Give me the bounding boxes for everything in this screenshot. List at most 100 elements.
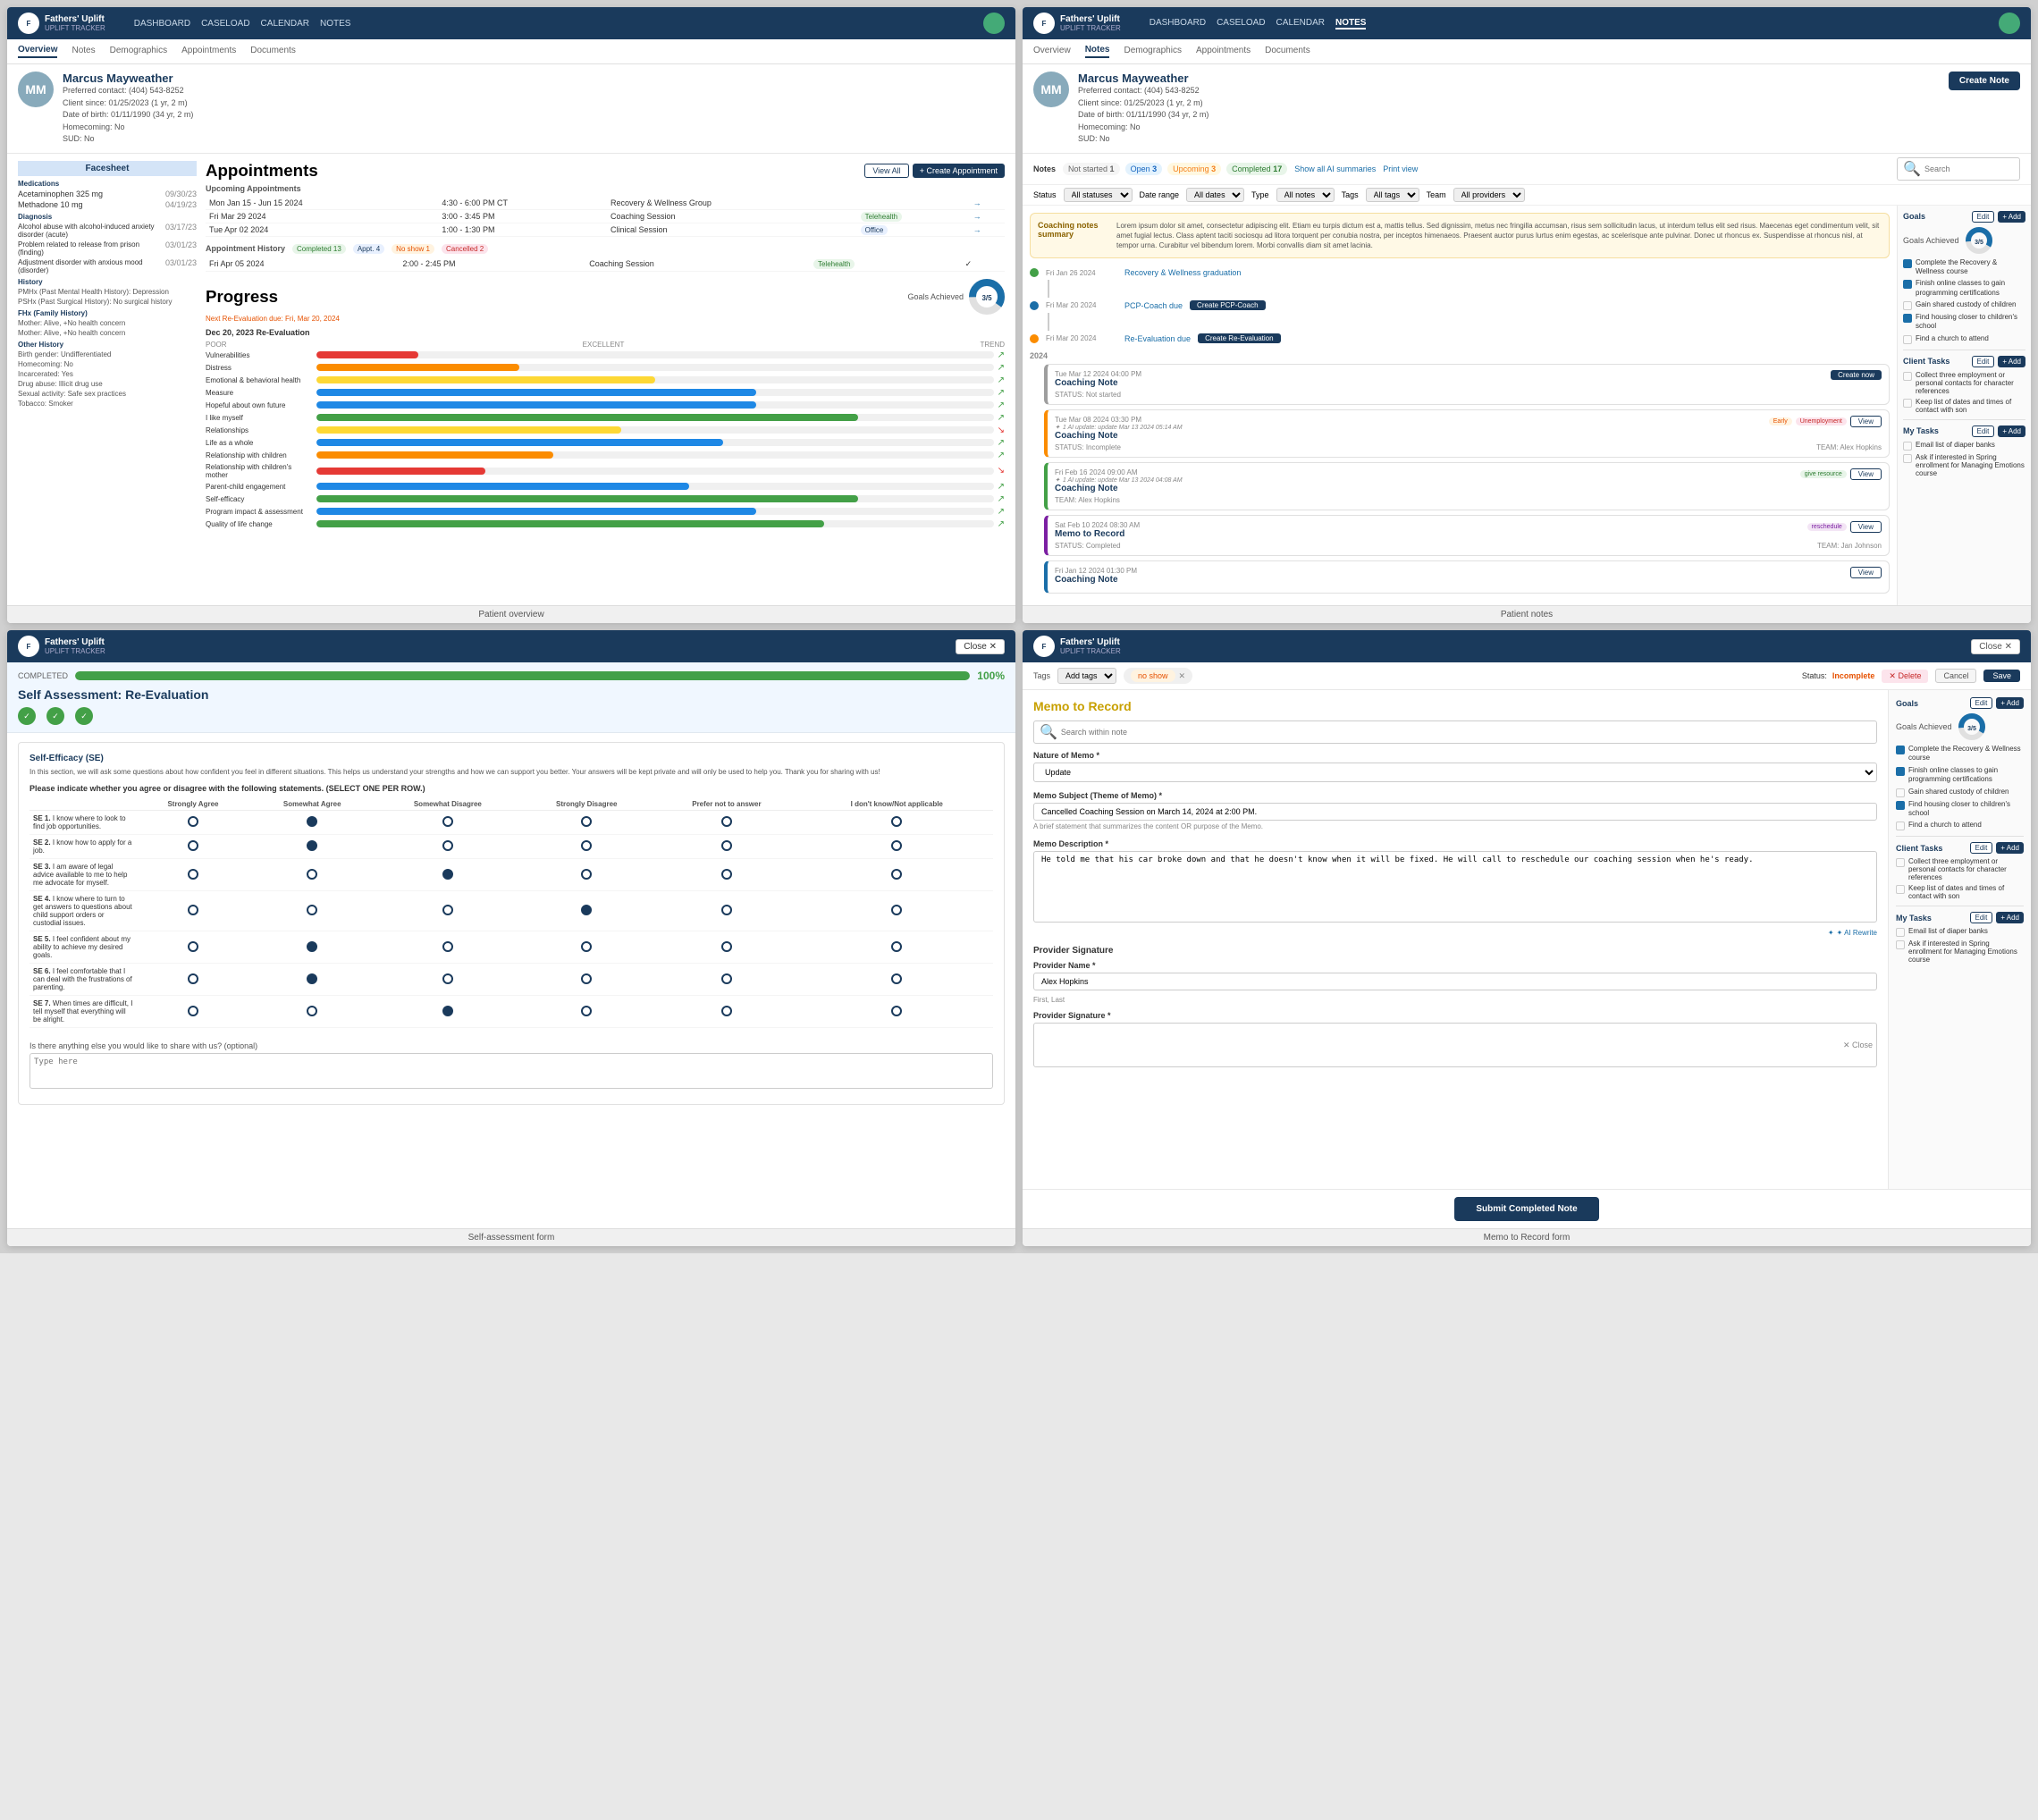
tab-open[interactable]: Open 3	[1125, 163, 1163, 175]
signature-area[interactable]: ✕ Close	[1033, 1023, 1877, 1067]
radio-se4-4[interactable]	[581, 905, 592, 915]
goals-edit-btn[interactable]: Edit	[1972, 211, 1995, 223]
radio-se2-3[interactable]	[442, 840, 453, 851]
radio-se2-2[interactable]	[307, 840, 317, 851]
subnav-notes[interactable]: Notes	[72, 46, 95, 57]
memo-goals-add-btn[interactable]: + Add	[1996, 697, 2024, 709]
radio-se1-1[interactable]	[188, 816, 198, 827]
subnav-documents-2[interactable]: Documents	[1265, 46, 1310, 57]
milestone-event-2[interactable]: PCP-Coach due	[1124, 301, 1183, 310]
subject-input[interactable]	[1033, 803, 1877, 821]
create-note-button[interactable]: Create Note	[1949, 72, 2020, 90]
notes-search-input[interactable]	[1924, 164, 2014, 173]
radio-se5-1[interactable]	[188, 941, 198, 952]
view-note-2-btn[interactable]: View	[1850, 416, 1882, 427]
radio-se7-4[interactable]	[581, 1006, 592, 1016]
date-filter[interactable]: All dates	[1186, 188, 1244, 202]
nav-notes-2[interactable]: NOTES	[1335, 18, 1366, 29]
tab-completed[interactable]: Completed 17	[1226, 163, 1287, 175]
radio-se2-5[interactable]	[721, 840, 732, 851]
radio-se7-1[interactable]	[188, 1006, 198, 1016]
radio-se3-5[interactable]	[721, 869, 732, 880]
nav-caseload[interactable]: CASELOAD	[201, 19, 249, 29]
provider-name-input[interactable]	[1033, 973, 1877, 990]
radio-se6-4[interactable]	[581, 973, 592, 984]
radio-se1-3[interactable]	[442, 816, 453, 827]
subnav-demographics[interactable]: Demographics	[110, 46, 167, 57]
my-tasks-edit-btn[interactable]: Edit	[1972, 426, 1995, 437]
tasks-edit-btn[interactable]: Edit	[1972, 356, 1995, 367]
radio-se1-2[interactable]	[307, 816, 317, 827]
radio-se2-1[interactable]	[188, 840, 198, 851]
radio-se3-6[interactable]	[891, 869, 902, 880]
radio-se4-2[interactable]	[307, 905, 317, 915]
radio-se1-6[interactable]	[891, 816, 902, 827]
radio-se5-5[interactable]	[721, 941, 732, 952]
nav-calendar-2[interactable]: CALENDAR	[1276, 18, 1325, 29]
memo-tasks-add-btn[interactable]: + Add	[1996, 842, 2024, 854]
radio-se2-4[interactable]	[581, 840, 592, 851]
tags-filter[interactable]: All tags	[1366, 188, 1419, 202]
delete-btn[interactable]: ✕ Delete	[1882, 670, 1928, 683]
radio-se7-5[interactable]	[721, 1006, 732, 1016]
radio-se5-4[interactable]	[581, 941, 592, 952]
subnav-overview[interactable]: Overview	[18, 45, 57, 58]
radio-se3-4[interactable]	[581, 869, 592, 880]
memo-my-tasks-add-btn[interactable]: + Add	[1996, 912, 2024, 923]
view-note-4-btn[interactable]: View	[1850, 521, 1882, 533]
nav-caseload-2[interactable]: CASELOAD	[1217, 18, 1265, 29]
radio-se4-1[interactable]	[188, 905, 198, 915]
tags-select[interactable]: Add tags	[1057, 668, 1116, 684]
nav-calendar[interactable]: CALENDAR	[261, 19, 309, 29]
description-textarea[interactable]: He told me that his car broke down and t…	[1033, 851, 1877, 923]
ai-rewrite-btn[interactable]: ✦ ✦ AI Rewrite	[1033, 929, 1877, 937]
subnav-appointments-2[interactable]: Appointments	[1196, 46, 1251, 57]
tasks-add-btn[interactable]: + Add	[1998, 356, 2025, 367]
nav-notes[interactable]: NOTES	[320, 19, 350, 29]
milestone-event-1[interactable]: Recovery & Wellness graduation	[1124, 268, 1241, 277]
radio-se5-2[interactable]	[307, 941, 317, 952]
subnav-notes-2[interactable]: Notes	[1085, 45, 1110, 58]
view-all-btn[interactable]: View All	[864, 164, 908, 178]
radio-se7-2[interactable]	[307, 1006, 317, 1016]
subnav-demographics-2[interactable]: Demographics	[1124, 46, 1181, 57]
goals-add-btn[interactable]: + Add	[1998, 211, 2025, 223]
radio-se1-5[interactable]	[721, 816, 732, 827]
submit-completed-note-btn[interactable]: Submit Completed Note	[1454, 1197, 1598, 1221]
radio-se6-2[interactable]	[307, 973, 317, 984]
radio-se3-2[interactable]	[307, 869, 317, 880]
open-response-textarea[interactable]	[29, 1053, 993, 1089]
status-filter[interactable]: All statuses	[1064, 188, 1133, 202]
tab-upcoming[interactable]: Upcoming 3	[1167, 163, 1221, 175]
radio-se4-6[interactable]	[891, 905, 902, 915]
radio-se3-1[interactable]	[188, 869, 198, 880]
radio-se2-6[interactable]	[891, 840, 902, 851]
radio-se1-4[interactable]	[581, 816, 592, 827]
radio-se3-3[interactable]	[442, 869, 453, 880]
remove-tag-btn[interactable]: ✕	[1179, 671, 1186, 681]
cancel-btn[interactable]: Cancel	[1935, 669, 1976, 683]
subnav-documents[interactable]: Documents	[250, 46, 296, 57]
radio-se7-6[interactable]	[891, 1006, 902, 1016]
team-filter[interactable]: All providers	[1453, 188, 1525, 202]
search-within-input[interactable]	[1061, 728, 1871, 737]
create-reval-btn[interactable]: Create Re-Evaluation	[1198, 333, 1280, 343]
subnav-appointments[interactable]: Appointments	[181, 46, 236, 57]
type-filter[interactable]: All notes	[1276, 188, 1335, 202]
milestone-event-3[interactable]: Re-Evaluation due	[1124, 334, 1191, 343]
memo-tasks-edit-btn[interactable]: Edit	[1970, 842, 1993, 854]
print-view-btn[interactable]: Print view	[1383, 164, 1418, 173]
nav-dashboard[interactable]: DASHBOARD	[134, 19, 190, 29]
subnav-overview-2[interactable]: Overview	[1033, 46, 1071, 57]
view-note-3-btn[interactable]: View	[1850, 468, 1882, 480]
radio-se4-5[interactable]	[721, 905, 732, 915]
memo-my-tasks-edit-btn[interactable]: Edit	[1970, 912, 1993, 923]
my-tasks-add-btn[interactable]: + Add	[1998, 426, 2025, 437]
nav-dashboard-2[interactable]: DASHBOARD	[1150, 18, 1206, 29]
memo-close-btn[interactable]: Close ✕	[1971, 639, 2020, 654]
show-ai-btn[interactable]: Show all AI summaries	[1294, 164, 1376, 173]
radio-se7-3[interactable]	[442, 1006, 453, 1016]
user-avatar[interactable]	[983, 13, 1005, 34]
tab-not-started[interactable]: Not started 1	[1063, 163, 1120, 175]
radio-se6-1[interactable]	[188, 973, 198, 984]
